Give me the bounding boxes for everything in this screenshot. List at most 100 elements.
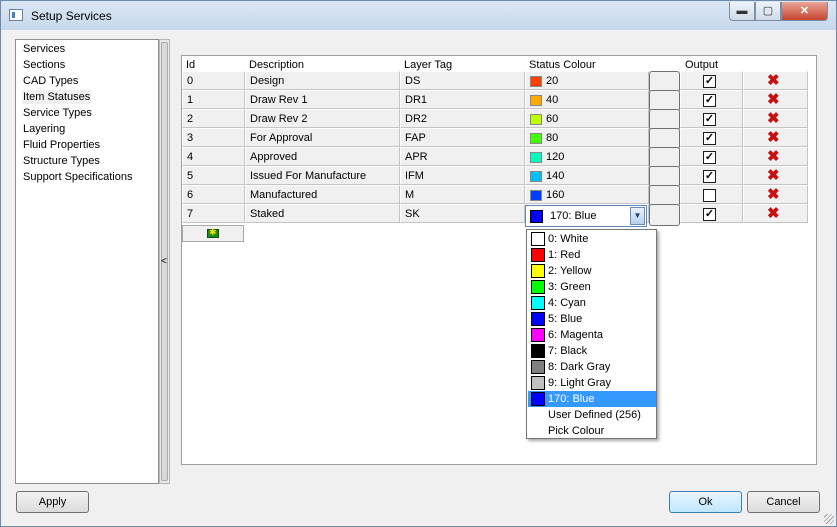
delete-row-icon[interactable]: ✖ [767,149,780,165]
output-checkbox-checked[interactable]: ✓ [703,170,716,183]
output-checkbox-checked[interactable]: ✓ [703,208,716,221]
cell-description[interactable]: Approved [245,147,400,166]
cell-description[interactable]: Staked [245,204,400,223]
table-row[interactable]: 0 Design DS 20 ✓ ✖ [182,71,808,93]
cell-delete[interactable]: ✖ [743,128,808,147]
cell-delete[interactable]: ✖ [743,147,808,166]
cell-id[interactable]: 2 [182,109,245,128]
colour-dropdown-list[interactable]: 0: White 1: Red 2: Yellow 3: Green 4: Cyan 5:… [526,229,657,439]
cell-layer-tag[interactable]: DR2 [400,109,525,128]
title-bar[interactable]: Setup Services ▬ ▢ ✕ [1,1,836,30]
output-checkbox-checked[interactable]: ✓ [703,113,716,126]
colour-option[interactable]: 2: Yellow [528,263,656,279]
cell-layer-tag[interactable]: DR1 [400,90,525,109]
cell-id[interactable]: 4 [182,147,245,166]
colour-option[interactable]: 170: Blue [528,391,656,407]
colour-option[interactable]: 9: Light Gray [528,375,656,391]
maximize-button[interactable]: ▢ [755,2,781,21]
colour-option[interactable]: 6: Magenta [528,327,656,343]
cell-description[interactable]: Issued For Manufacture [245,166,400,185]
cell-output[interactable]: ✓ [680,109,743,128]
output-checkbox-checked[interactable]: ✓ [703,132,716,145]
cell-id[interactable]: 7 [182,204,245,223]
cell-status-colour[interactable]: 60 [525,109,649,128]
colour-option[interactable]: 0: White [528,231,656,247]
cell-description[interactable]: Manufactured [245,185,400,204]
cell-delete[interactable]: ✖ [743,204,808,223]
cell-status-colour[interactable]: 160 [525,185,649,204]
colour-option[interactable]: Pick Colour [528,423,656,439]
cell-status-colour[interactable]: 20 [525,71,649,90]
colour-option[interactable]: 8: Dark Gray [528,359,656,375]
cell-description[interactable]: Draw Rev 2 [245,109,400,128]
ok-button[interactable]: Ok [669,491,742,513]
cell-id[interactable]: 0 [182,71,245,90]
nav-item-item-statuses[interactable]: Item Statuses [22,90,92,104]
cell-output[interactable]: ✓ [680,204,743,223]
resize-grip[interactable] [824,514,834,524]
delete-row-icon[interactable]: ✖ [767,130,780,146]
cell-colour-button[interactable] [649,204,680,226]
table-row[interactable]: 2 Draw Rev 2 DR2 60 ✓ ✖ [182,109,808,131]
cell-id[interactable]: 5 [182,166,245,185]
cell-id[interactable]: 3 [182,128,245,147]
cell-output[interactable]: ✓ [680,71,743,90]
cell-layer-tag[interactable]: M [400,185,525,204]
cell-status-colour[interactable]: 40 [525,90,649,109]
cell-output[interactable]: ✓ [680,147,743,166]
cancel-button[interactable]: Cancel [747,491,820,513]
status-colour-combo[interactable]: 170: Blue ▼ [525,205,647,227]
delete-row-icon[interactable]: ✖ [767,111,780,127]
cell-delete[interactable]: ✖ [743,90,808,109]
colour-option[interactable]: User Defined (256) [528,407,656,423]
cell-status-colour[interactable]: 140 [525,166,649,185]
delete-row-icon[interactable]: ✖ [767,206,780,222]
nav-item-support-specifications[interactable]: Support Specifications [22,170,133,184]
cell-delete[interactable]: ✖ [743,71,808,90]
minimize-button[interactable]: ▬ [729,2,755,21]
cell-description[interactable]: Design [245,71,400,90]
colour-option[interactable]: 1: Red [528,247,656,263]
nav-item-structure-types[interactable]: Structure Types [22,154,101,168]
cell-delete[interactable]: ✖ [743,109,808,128]
settings-nav-list[interactable]: Services Sections CAD Types Item Statuse… [15,39,159,484]
output-checkbox-checked[interactable]: ✓ [703,151,716,164]
nav-item-sections[interactable]: Sections [22,58,66,72]
cell-description[interactable]: For Approval [245,128,400,147]
cell-layer-tag[interactable]: SK [400,204,525,223]
delete-row-icon[interactable]: ✖ [767,73,780,89]
cell-layer-tag[interactable]: APR [400,147,525,166]
nav-item-services[interactable]: Services [22,42,66,56]
table-row[interactable]: 4 Approved APR 120 ✓ ✖ [182,147,808,169]
nav-item-cad-types[interactable]: CAD Types [22,74,79,88]
cell-output[interactable]: ✓ [680,128,743,147]
colour-option[interactable]: 4: Cyan [528,295,656,311]
cell-description[interactable]: Draw Rev 1 [245,90,400,109]
delete-row-icon[interactable]: ✖ [767,168,780,184]
colour-option[interactable]: 5: Blue [528,311,656,327]
cell-delete[interactable]: ✖ [743,166,808,185]
table-row[interactable]: 6 Manufactured M 160 ✖ [182,185,808,207]
colour-option[interactable]: 7: Black [528,343,656,359]
cell-status-colour[interactable]: 120 [525,147,649,166]
chevron-down-icon[interactable]: ▼ [630,207,645,225]
add-row-button[interactable] [182,225,244,242]
cell-output[interactable]: ✓ [680,90,743,109]
cell-output[interactable]: ✓ [680,166,743,185]
output-checkbox-checked[interactable]: ✓ [703,75,716,88]
nav-item-service-types[interactable]: Service Types [22,106,93,120]
table-row[interactable]: 3 For Approval FAP 80 ✓ ✖ [182,128,808,150]
nav-item-fluid-properties[interactable]: Fluid Properties [22,138,101,152]
cell-layer-tag[interactable]: FAP [400,128,525,147]
output-checkbox-checked[interactable]: ✓ [703,94,716,107]
apply-button[interactable]: Apply [16,491,89,513]
table-row[interactable]: 7 Staked SK ✓ ✖ [182,204,808,226]
cell-id[interactable]: 6 [182,185,245,204]
cell-output[interactable] [680,185,743,204]
cell-id[interactable]: 1 [182,90,245,109]
output-checkbox-unchecked[interactable] [703,189,716,202]
collapse-panel-icon[interactable]: < [161,256,167,267]
nav-item-layering[interactable]: Layering [22,122,66,136]
cell-delete[interactable]: ✖ [743,185,808,204]
table-row[interactable]: 5 Issued For Manufacture IFM 140 ✓ ✖ [182,166,808,188]
